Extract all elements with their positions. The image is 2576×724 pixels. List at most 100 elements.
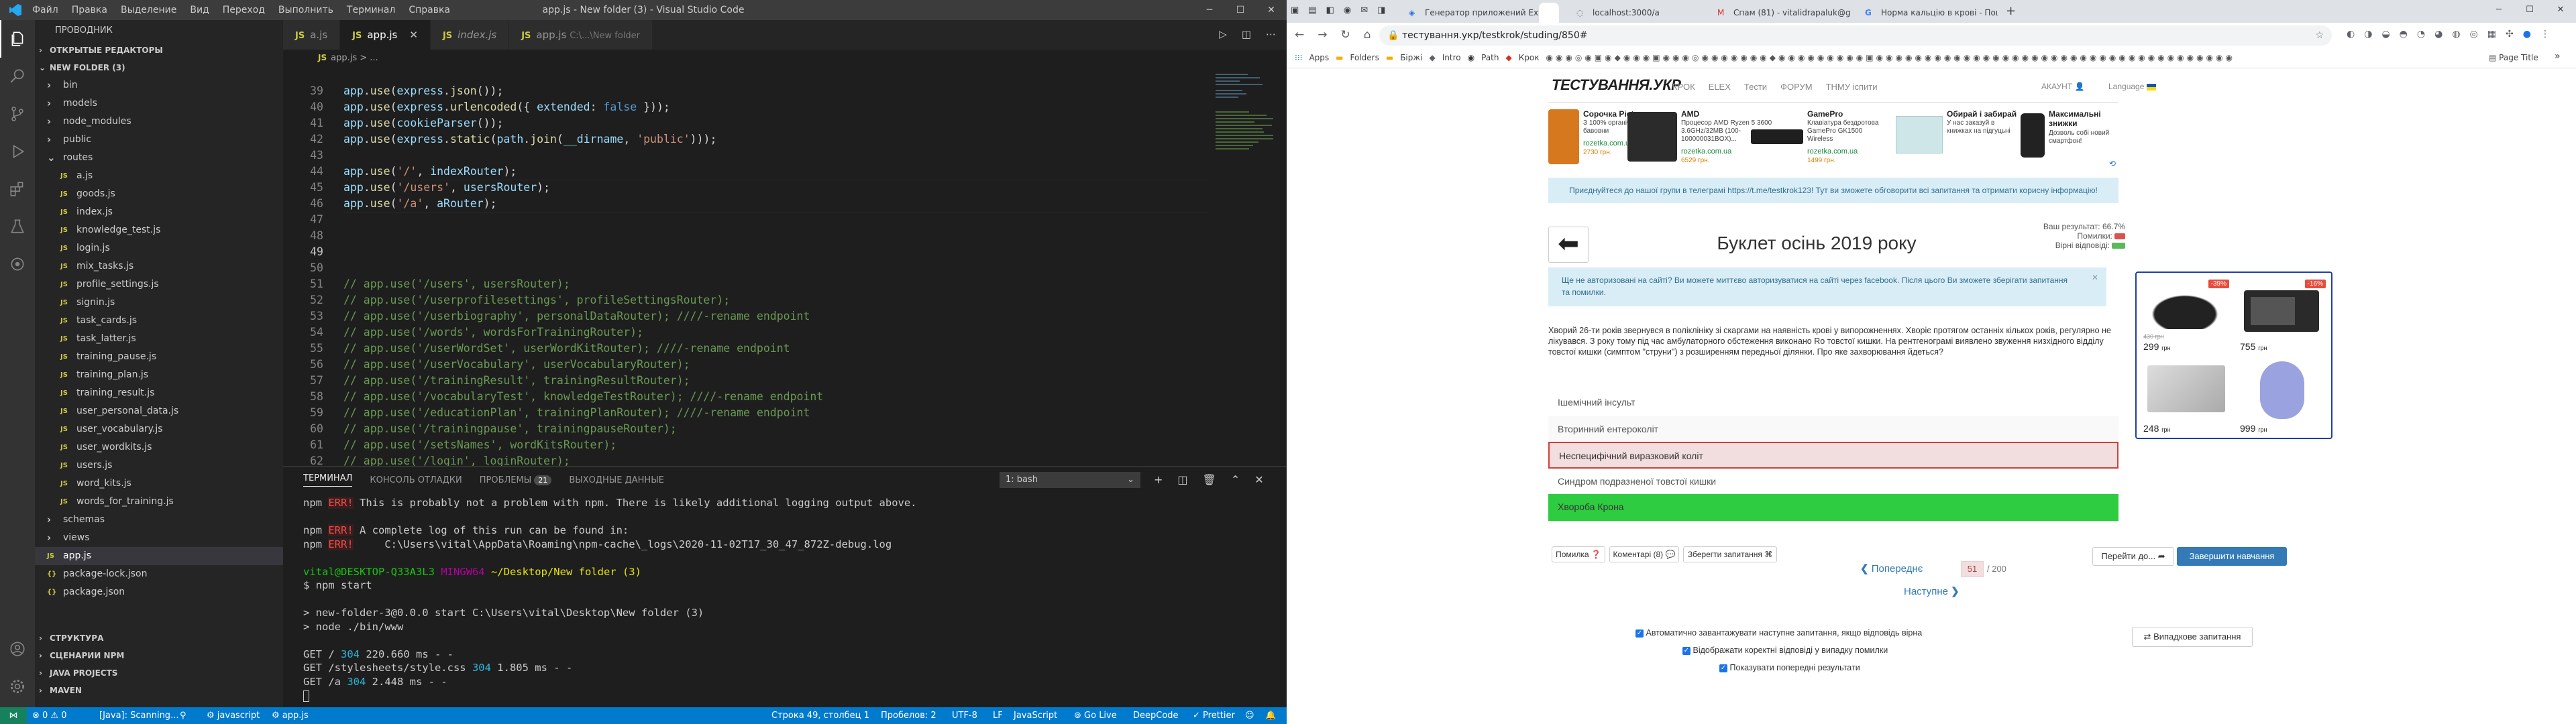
apps-icon[interactable]: ⁝⁝⁝ bbox=[1295, 53, 1302, 62]
code-line[interactable]: 39 app.use(express.json()); bbox=[283, 83, 1287, 99]
product-card[interactable]: 248 грн bbox=[2141, 359, 2232, 436]
extension-icon[interactable]: ◓ bbox=[2400, 29, 2408, 40]
deepcode[interactable]: DeepCode bbox=[1133, 707, 1179, 724]
pinned-tab-icon[interactable]: ◨ bbox=[1377, 5, 1385, 15]
search-icon[interactable] bbox=[0, 58, 35, 95]
feedback-icon[interactable]: ☺ bbox=[1245, 707, 1254, 724]
remote-indicator-icon[interactable]: ⋈ bbox=[0, 707, 27, 724]
file-tree-item[interactable]: JS task_cards.js bbox=[35, 312, 283, 330]
extension-icon[interactable]: ◍ bbox=[2452, 29, 2460, 40]
chrome-maximize-button[interactable]: ☐ bbox=[2514, 0, 2545, 20]
file-tree-item[interactable]: ⌄ routes bbox=[35, 149, 283, 167]
split-terminal-icon[interactable]: ◫ bbox=[1177, 473, 1187, 486]
file-tree-item[interactable]: JS knowledge_test.js bbox=[35, 221, 283, 239]
code-line[interactable]: 50 bbox=[283, 260, 1287, 276]
new-terminal-icon[interactable]: + bbox=[1154, 473, 1163, 486]
answer-option[interactable]: Ішемічний інсульт bbox=[1548, 389, 2118, 416]
code-line[interactable]: 61 // app.use('/setsNames', wordKitsRoute… bbox=[283, 437, 1287, 453]
minimize-button[interactable]: ─ bbox=[1194, 0, 1225, 20]
file-tree-item[interactable]: JS signin.js bbox=[35, 294, 283, 312]
account-icon[interactable] bbox=[0, 630, 35, 668]
chrome-menu-icon[interactable]: ⋮ bbox=[2540, 29, 2550, 40]
code-line[interactable]: 58 // app.use('/vocabularyTest', knowledg… bbox=[283, 389, 1287, 405]
file-tree-item[interactable]: › models bbox=[35, 95, 283, 113]
code-line[interactable]: 42 app.use(express.static(path.join(__dir… bbox=[283, 131, 1287, 147]
extension-icon[interactable]: ◔ bbox=[2417, 29, 2425, 40]
bookmark-favicons[interactable]: ◉◉◉◎◉▣◉◆◉◉◉▣◉◉◉◎◉◉◉◉◉◉◉◆◉◉◉◉◉◉◉◉◉▣◉◉◉◉◉◉… bbox=[1546, 53, 2235, 62]
answer-option[interactable]: Синдром подразненої товстої кишки bbox=[1548, 469, 2118, 495]
notifications-icon[interactable]: 🔔 bbox=[1265, 707, 1276, 724]
menu-help[interactable]: Справка bbox=[409, 5, 450, 15]
pinned-tab-icon[interactable]: ▤ bbox=[1308, 5, 1316, 15]
menu-terminal[interactable]: Терминал bbox=[347, 5, 395, 15]
code-lines[interactable]: 39 app.use(express.json()); 40 app.use(expr… bbox=[283, 83, 1287, 485]
cursor-position[interactable]: Строка 49, столбец 1 bbox=[771, 707, 869, 724]
report-error-button[interactable]: Помилка ❓ bbox=[1552, 546, 1605, 562]
code-line[interactable]: 55 // app.use('/userWordSet', userWordKit… bbox=[283, 341, 1287, 357]
finish-training-button[interactable]: Завершити навчання bbox=[2177, 547, 2287, 566]
product-card[interactable]: 999 грн bbox=[2237, 359, 2328, 436]
ad-item[interactable]: GamePro Клавіатура бездротова GamePro GK… bbox=[1751, 109, 1904, 168]
sync-icon[interactable]: ⚲ bbox=[180, 707, 186, 724]
close-panel-icon[interactable]: ✕ bbox=[1254, 473, 1263, 486]
file-tree-item[interactable]: {} package-lock.json bbox=[35, 565, 283, 583]
code-line[interactable]: 59 // app.use('/educationPlan', trainingP… bbox=[283, 405, 1287, 421]
checkbox-show-correct[interactable]: ✓ Відображати коректні відповіді у випад… bbox=[1682, 646, 1888, 655]
go-live[interactable]: ⊚ Go Live bbox=[1074, 707, 1117, 724]
more-bookmarks-icon[interactable]: » bbox=[2555, 51, 2561, 62]
code-line[interactable]: 41 app.use(cookieParser()); bbox=[283, 115, 1287, 131]
file-tree-item[interactable]: › bin bbox=[35, 76, 283, 95]
pinned-tab-icon[interactable]: ◧ bbox=[1326, 5, 1334, 15]
file-tree-item[interactable]: › schemas bbox=[35, 511, 283, 529]
nav-forum[interactable]: ФОРУМ bbox=[1780, 82, 1812, 92]
checkbox-auto-next[interactable]: ✓ Автоматично завантажувати наступне зап… bbox=[1635, 628, 1922, 638]
code-line[interactable]: 49 bbox=[283, 244, 1287, 260]
file-tree-item[interactable]: JS training_plan.js bbox=[35, 366, 283, 384]
tab-close-icon[interactable]: ✕ bbox=[409, 29, 418, 41]
menu-selection[interactable]: Выделение bbox=[121, 5, 176, 15]
telegram-notice[interactable]: Приєднуйтеся до нашої групи в телеграмі … bbox=[1548, 178, 2118, 203]
file-tree-item[interactable]: JS training_pause.js bbox=[35, 348, 283, 366]
checkbox-checked-icon[interactable]: ✓ bbox=[1682, 646, 1690, 655]
chrome-tab[interactable]: ◌ localhost:3000/a bbox=[1568, 3, 1703, 23]
product-card[interactable]: -39% 430 грн 299 грн bbox=[2141, 277, 2232, 355]
profile-avatar[interactable]: ● bbox=[2523, 29, 2531, 40]
goto-question-button[interactable]: Перейти до... ➦ bbox=[2092, 547, 2174, 566]
tab-problems[interactable]: ПРОБЛЕМЫ 21 bbox=[480, 475, 552, 485]
code-line[interactable]: 44 app.use('/', indexRouter); bbox=[283, 164, 1287, 180]
pinned-tab-icon[interactable]: ▣ bbox=[1291, 5, 1299, 15]
bookmark-star-icon[interactable]: ☆ bbox=[2315, 25, 2324, 46]
minimap[interactable] bbox=[1210, 70, 1277, 204]
code-line[interactable]: 48 bbox=[283, 228, 1287, 244]
site-logo[interactable]: ТЕСТУВАННЯ.УКР bbox=[1552, 76, 1681, 94]
file-tree-item[interactable]: › node_modules bbox=[35, 113, 283, 131]
code-line[interactable]: 57 // app.use('/trainingResult', training… bbox=[283, 373, 1287, 389]
status-file[interactable]: ⚙ app.js bbox=[272, 707, 309, 724]
code-line[interactable]: 53 // app.use('/userbiography', personalD… bbox=[283, 308, 1287, 324]
bookmark-intro[interactable]: Intro bbox=[1442, 53, 1461, 62]
checkbox-show-previous[interactable]: ✓ Показувати попередні результати bbox=[1719, 663, 1860, 672]
tab-debug-console[interactable]: КОНСОЛЬ ОТЛАДКИ bbox=[370, 475, 462, 485]
terminal-output[interactable]: npm ERR! This is probably not a problem … bbox=[283, 496, 1287, 703]
kill-terminal-icon[interactable]: 🗑 bbox=[1203, 473, 1216, 486]
extension-icon[interactable]: ◐ bbox=[2347, 29, 2355, 40]
nav-tnmu[interactable]: ТНМУ іспити bbox=[1826, 82, 1878, 92]
address-bar[interactable]: 🔒 тестування.укр/testkrok/studing/850# ☆ bbox=[1379, 25, 2332, 46]
extensions-icon[interactable] bbox=[0, 170, 35, 208]
menu-run[interactable]: Выполнить bbox=[278, 5, 333, 15]
tab-a-js[interactable]: JS a.js bbox=[283, 20, 341, 50]
run-file-icon[interactable]: ▷ bbox=[1219, 28, 1227, 40]
extension-icon[interactable]: ◑ bbox=[2364, 29, 2372, 40]
java-projects-section[interactable]: › JAVA PROJECTS bbox=[35, 664, 283, 682]
new-tab-button[interactable]: + bbox=[2006, 4, 2016, 18]
code-line[interactable]: 47 bbox=[283, 212, 1287, 228]
save-question-button[interactable]: Зберегти запитання ⌘ bbox=[1683, 546, 1777, 562]
file-tree-item[interactable]: JS user_wordkits.js bbox=[35, 438, 283, 457]
code-line[interactable]: 51 // app.use('/users', usersRouter); bbox=[283, 276, 1287, 292]
errors-warnings[interactable]: ⊗ 0 ⚠ 0 bbox=[32, 707, 67, 724]
encoding[interactable]: UTF-8 bbox=[952, 707, 977, 724]
tab-index-js[interactable]: JS index.js bbox=[430, 20, 510, 50]
npm-scripts-section[interactable]: › СЦЕНАРИИ NPM bbox=[35, 647, 283, 664]
file-tree-item[interactable]: JS login.js bbox=[35, 239, 283, 257]
tab-app-js[interactable]: JS app.js ✕ bbox=[340, 20, 431, 50]
